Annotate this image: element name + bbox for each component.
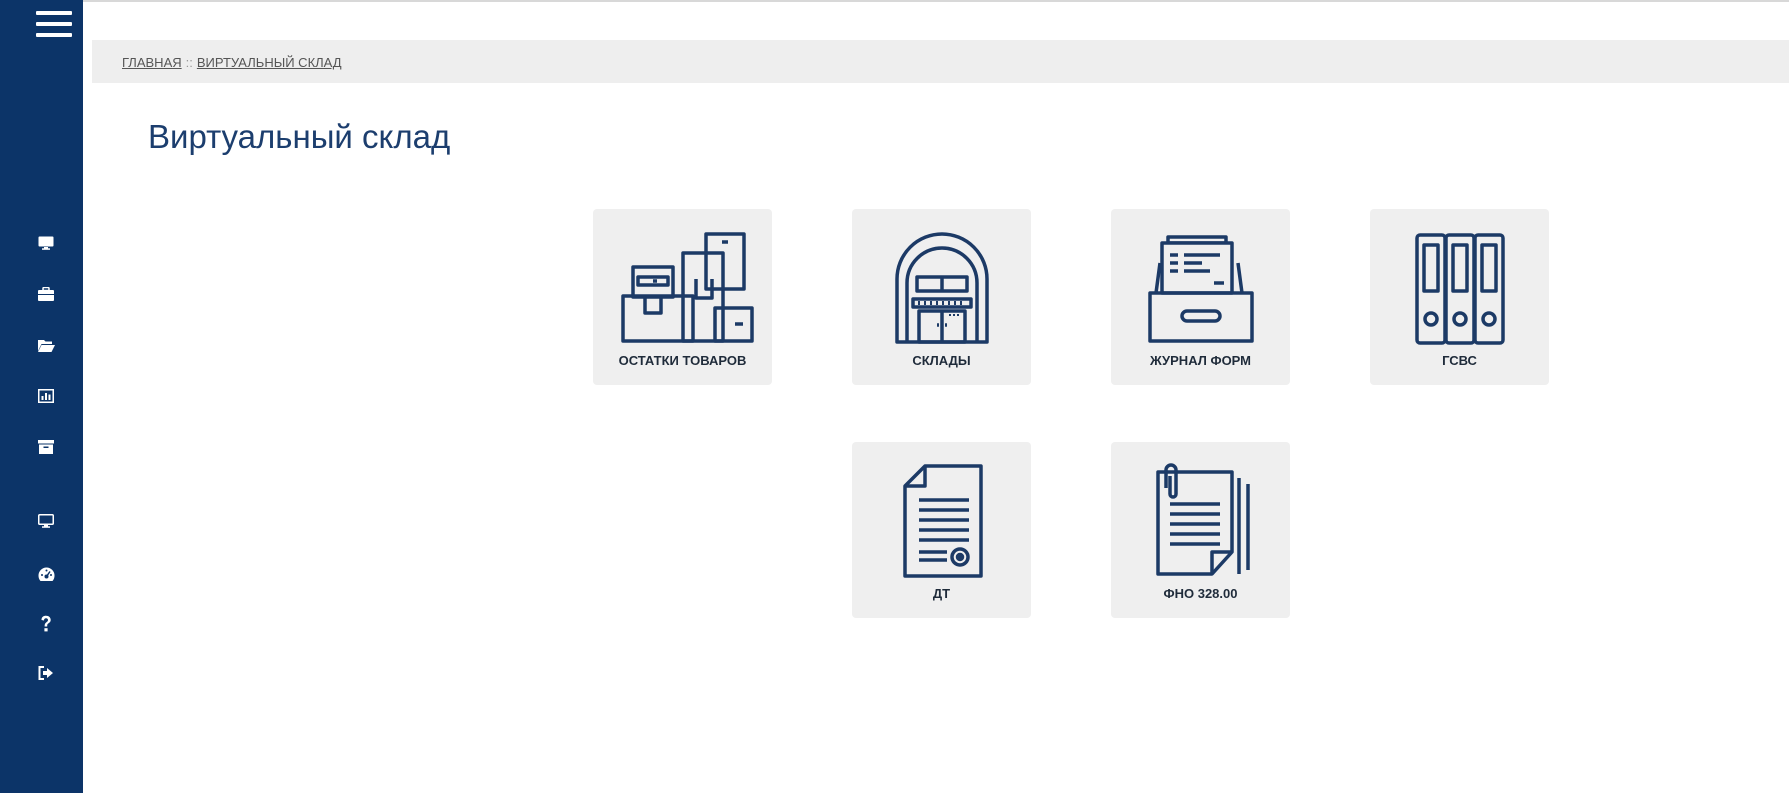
card-file-icon — [1111, 227, 1290, 347]
tile-label: ДТ — [932, 586, 951, 601]
tile-label: ФНО 328.00 — [1163, 586, 1238, 601]
tile-dt[interactable]: ДТ — [852, 442, 1031, 618]
document-seal-icon — [852, 460, 1031, 580]
archive-icon[interactable] — [36, 437, 56, 457]
breadcrumb-home-link[interactable]: ГЛАВНАЯ — [122, 55, 182, 70]
breadcrumb: ГЛАВНАЯ:: ВИРТУАЛЬНЫЙ СКЛАД — [122, 55, 342, 70]
briefcase-icon[interactable] — [36, 284, 56, 304]
tile-label: СКЛАДЫ — [912, 353, 971, 368]
dashboard-icon[interactable] — [36, 564, 56, 584]
tile-label: ГСВС — [1442, 353, 1477, 368]
tile-label: ОСТАТКИ ТОВАРОВ — [618, 353, 747, 368]
tile-fno-328[interactable]: ФНО 328.00 — [1111, 442, 1290, 618]
monitor-icon[interactable] — [36, 511, 56, 531]
breadcrumb-bar: ГЛАВНАЯ:: ВИРТУАЛЬНЫЙ СКЛАД — [92, 40, 1789, 83]
monitor-icon[interactable] — [36, 233, 56, 253]
tile-label: ЖУРНАЛ ФОРМ — [1149, 353, 1252, 368]
binders-icon — [1370, 227, 1549, 347]
tile-warehouses[interactable]: СКЛАДЫ — [852, 209, 1031, 385]
tile-stock-balances[interactable]: ОСТАТКИ ТОВАРОВ — [593, 209, 772, 385]
clipped-documents-icon — [1111, 460, 1290, 580]
sign-out-icon[interactable] — [36, 663, 56, 683]
tile-forms-journal[interactable]: ЖУРНАЛ ФОРМ — [1111, 209, 1290, 385]
breadcrumb-current-link[interactable]: ВИРТУАЛЬНЫЙ СКЛАД — [197, 55, 342, 70]
top-border — [83, 0, 1789, 2]
bar-chart-icon[interactable] — [36, 386, 56, 406]
menu-icon[interactable] — [36, 9, 72, 39]
folder-open-icon[interactable] — [36, 335, 56, 355]
breadcrumb-separator: :: — [185, 55, 193, 70]
sidebar — [0, 0, 83, 793]
tile-gsvs[interactable]: ГСВС — [1370, 209, 1549, 385]
boxes-icon — [593, 227, 772, 347]
page-title: Виртуальный склад — [148, 118, 451, 155]
warehouse-icon — [852, 227, 1031, 347]
help-icon[interactable] — [36, 614, 56, 634]
